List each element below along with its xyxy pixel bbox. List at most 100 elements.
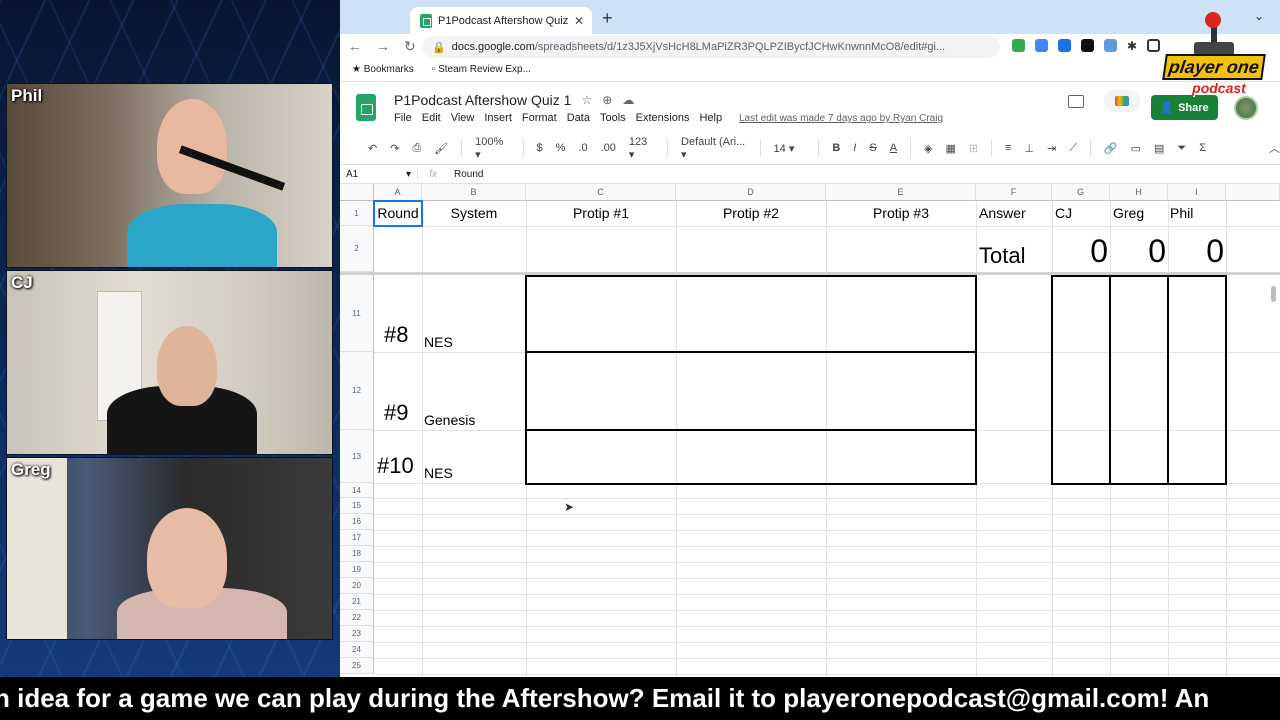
rotate-icon[interactable]: ⟋ <box>1069 142 1077 155</box>
menu-help[interactable]: Help <box>699 112 722 124</box>
sidepanel-icon[interactable] <box>1147 39 1161 52</box>
row-header-11[interactable]: 11 <box>340 275 374 352</box>
row-header-21[interactable]: 21 <box>340 594 374 610</box>
bookmark-bookmarks[interactable]: ★ Bookmarks <box>352 64 414 75</box>
cell-b13-system[interactable]: NES <box>424 465 453 481</box>
sheets-logo-icon[interactable] <box>356 94 376 121</box>
strikethrough-icon[interactable]: S <box>869 142 876 154</box>
address-bar[interactable]: 🔒 docs.google.com /spreadsheets/d/1z3J5X… <box>422 36 1000 58</box>
tab-sheets[interactable]: P1Podcast Aftershow Quiz 1 - ✕ <box>410 7 592 34</box>
col-header-h[interactable]: H <box>1110 184 1168 201</box>
font-select[interactable]: Default (Ari... ▾ <box>681 136 747 161</box>
wrap-icon[interactable]: ⇥ <box>1047 142 1056 155</box>
collapse-toolbar-icon[interactable]: ︿ <box>1269 140 1280 156</box>
chart-icon[interactable]: ▤ <box>1154 142 1164 155</box>
cell-a11-round[interactable]: #8 <box>384 322 408 348</box>
select-all-corner[interactable] <box>340 184 374 201</box>
formula-input[interactable]: Round <box>448 169 483 180</box>
menu-edit[interactable]: Edit <box>422 112 441 124</box>
cell-c1-protip1[interactable]: Protip #1 <box>526 205 676 221</box>
cell-g2-cj-total[interactable]: 0 <box>1052 233 1108 270</box>
cell-i2-phil-total[interactable]: 0 <box>1168 233 1224 270</box>
cell-b12-system[interactable]: Genesis <box>424 412 475 428</box>
row-header-23[interactable]: 23 <box>340 626 374 642</box>
link-icon[interactable]: 🔗 <box>1104 142 1118 155</box>
cell-h2-greg-total[interactable]: 0 <box>1110 233 1166 270</box>
row-header-12[interactable]: 12 <box>340 352 374 430</box>
row-header-16[interactable]: 16 <box>340 514 374 530</box>
increase-decimal-button[interactable]: .00 <box>601 142 616 154</box>
extension-m-icon[interactable] <box>1081 39 1094 52</box>
meet-button[interactable] <box>1104 90 1140 112</box>
reload-icon[interactable]: ↻ <box>404 38 416 55</box>
col-header-c[interactable]: C <box>526 184 676 201</box>
cell-a1-round[interactable]: Round <box>374 205 422 221</box>
menu-data[interactable]: Data <box>567 112 590 124</box>
menu-extensions[interactable]: Extensions <box>636 112 690 124</box>
cell-b1-system[interactable]: System <box>422 205 526 221</box>
doc-title[interactable]: P1Podcast Aftershow Quiz 1 <box>394 92 571 108</box>
comment-icon[interactable] <box>1068 95 1084 108</box>
cell-g1-cj[interactable]: CJ <box>1055 205 1072 221</box>
col-header-i[interactable]: I <box>1168 184 1226 201</box>
cell-i1-phil[interactable]: Phil <box>1170 205 1193 221</box>
cell-a13-round[interactable]: #10 <box>377 453 414 479</box>
merge-icon[interactable]: ⊞ <box>969 142 978 155</box>
number-format-select[interactable]: 123 ▾ <box>629 136 654 161</box>
borders-icon[interactable]: ▦ <box>945 142 955 155</box>
font-size-select[interactable]: 14 ▾ <box>774 142 806 155</box>
currency-button[interactable]: $ <box>536 142 542 154</box>
menu-format[interactable]: Format <box>522 112 557 124</box>
col-header-b[interactable]: B <box>422 184 526 201</box>
cell-e1-protip3[interactable]: Protip #3 <box>826 205 976 221</box>
col-header-a[interactable]: A <box>374 184 422 201</box>
row-header-14[interactable]: 14 <box>340 483 374 498</box>
col-header-g[interactable]: G <box>1052 184 1110 201</box>
valign-icon[interactable]: ⊥ <box>1024 142 1034 155</box>
menu-insert[interactable]: Insert <box>484 112 512 124</box>
extension-grid-icon[interactable] <box>1104 39 1117 52</box>
row-header-13[interactable]: 13 <box>340 430 374 483</box>
close-icon[interactable]: ✕ <box>574 14 592 28</box>
bold-icon[interactable]: B <box>832 142 840 154</box>
extension-link-icon[interactable] <box>1058 39 1071 52</box>
row-header-20[interactable]: 20 <box>340 578 374 594</box>
menu-tools[interactable]: Tools <box>600 112 626 124</box>
insert-comment-icon[interactable]: ▭ <box>1131 142 1141 155</box>
italic-icon[interactable]: I <box>853 142 856 154</box>
row-header-25[interactable]: 25 <box>340 658 374 674</box>
row-header-24[interactable]: 24 <box>340 642 374 658</box>
col-header-e[interactable]: E <box>826 184 976 201</box>
decrease-decimal-button[interactable]: .0 <box>578 142 587 154</box>
undo-icon[interactable]: ↶ <box>368 142 377 155</box>
forward-icon[interactable]: → <box>376 38 390 54</box>
name-box[interactable]: A1 ▾ <box>340 168 418 180</box>
row-header-15[interactable]: 15 <box>340 498 374 514</box>
cell-f2-total[interactable]: Total <box>979 243 1025 269</box>
cell-f1-answer[interactable]: Answer <box>979 205 1026 221</box>
filter-icon[interactable]: ⏷ <box>1177 142 1186 155</box>
fill-color-icon[interactable]: ◈ <box>924 142 932 155</box>
vertical-scrollbar[interactable] <box>1271 286 1276 302</box>
cell-d1-protip2[interactable]: Protip #2 <box>676 205 826 221</box>
puzzle-icon[interactable]: ✱ <box>1127 39 1137 53</box>
redo-icon[interactable]: ↷ <box>390 142 399 155</box>
menu-view[interactable]: View <box>451 112 475 124</box>
print-icon[interactable]: ⎙ <box>412 142 421 155</box>
functions-icon[interactable]: Σ <box>1199 142 1206 154</box>
share-button[interactable]: 👤 Share <box>1151 95 1218 120</box>
align-icon[interactable]: ≡ <box>1005 142 1011 154</box>
cloud-icon[interactable]: ☁ <box>622 93 634 107</box>
star-icon[interactable]: ☆ <box>581 93 592 107</box>
back-icon[interactable]: ← <box>348 38 362 54</box>
text-color-icon[interactable]: A <box>890 142 897 154</box>
row-header-17[interactable]: 17 <box>340 530 374 546</box>
row-header-2[interactable]: 2 <box>340 226 374 272</box>
percent-button[interactable]: % <box>556 142 566 154</box>
col-header-f[interactable]: F <box>976 184 1052 201</box>
paint-format-icon[interactable]: 🖌 <box>434 142 448 155</box>
row-header-18[interactable]: 18 <box>340 546 374 562</box>
extension-green-icon[interactable] <box>1012 39 1025 52</box>
row-header-1[interactable]: 1 <box>340 201 374 226</box>
cell-h1-greg[interactable]: Greg <box>1113 205 1144 221</box>
